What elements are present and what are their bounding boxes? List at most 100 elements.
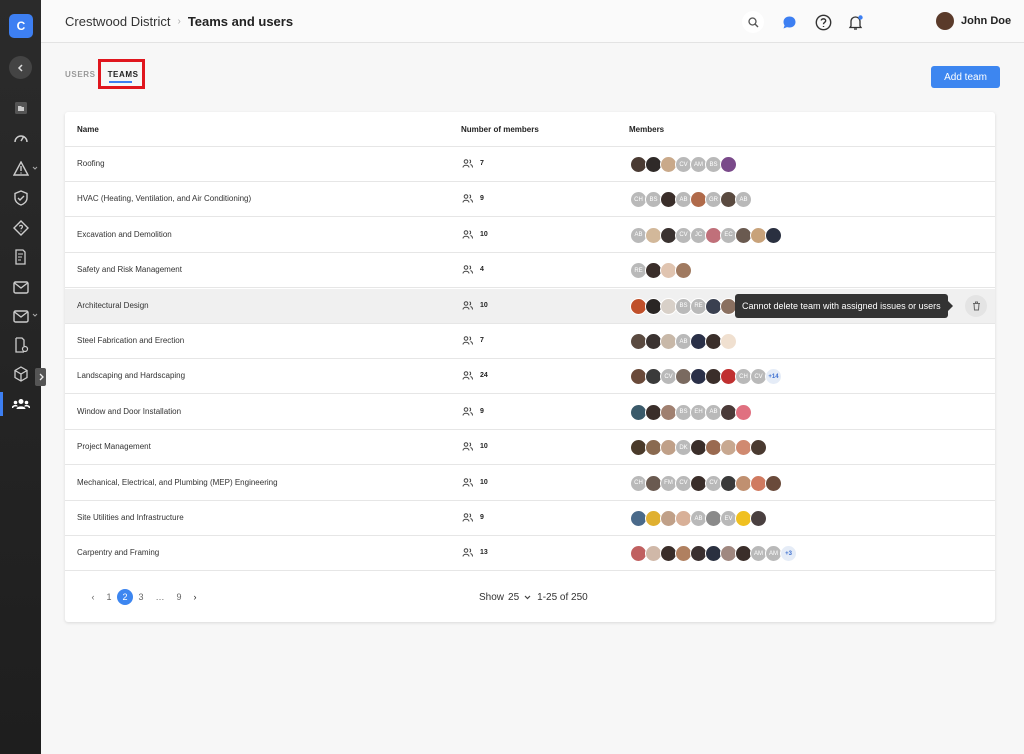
- more-members-badge[interactable]: +3: [780, 545, 797, 563]
- notifications-button[interactable]: [844, 11, 866, 33]
- users-group-icon: [11, 399, 30, 409]
- sidebar-item-messages[interactable]: [11, 277, 31, 297]
- team-name: HVAC (Heating, Ventilation, and Air Cond…: [77, 194, 252, 204]
- page-size-control: Show 25 1-25 of 250: [479, 592, 588, 603]
- team-name: Roofing: [77, 159, 105, 168]
- avatar-initials[interactable]: AB: [735, 191, 752, 209]
- page-link[interactable]: 1: [101, 589, 117, 605]
- page-ellipsis: …: [155, 592, 165, 602]
- table-row[interactable]: HVAC (Heating, Ventilation, and Air Cond…: [65, 182, 995, 218]
- breadcrumb-parent[interactable]: Crestwood District: [65, 14, 170, 29]
- page-link[interactable]: 9: [171, 589, 187, 605]
- more-members-badge[interactable]: +14: [765, 368, 782, 386]
- team-name: Window and Door Installation: [77, 406, 182, 416]
- member-count: 9: [462, 194, 484, 204]
- chevron-down-icon: [32, 313, 38, 317]
- expand-panel-handle[interactable]: [35, 368, 46, 386]
- help-circle-icon: [815, 14, 831, 30]
- collapse-sidebar-button[interactable]: [9, 56, 32, 79]
- chat-button[interactable]: [778, 11, 800, 33]
- sidebar-item-forms[interactable]: [11, 247, 31, 267]
- mail-icon: [13, 309, 29, 323]
- avatar[interactable]: [735, 403, 752, 421]
- member-count: 10: [462, 229, 488, 239]
- people-icon: [462, 159, 473, 168]
- show-label: Show: [479, 592, 505, 603]
- avatar[interactable]: [750, 510, 767, 527]
- table-row[interactable]: Mechanical, Electrical, and Plumbing (ME…: [65, 466, 995, 501]
- trash-icon: [972, 301, 980, 311]
- page-size-select[interactable]: 25: [508, 592, 519, 603]
- team-name: Project Management: [77, 442, 151, 452]
- sidebar-item-mail-settings[interactable]: [11, 306, 31, 326]
- avatar[interactable]: [720, 333, 737, 350]
- column-header-count[interactable]: Number of members: [461, 125, 539, 134]
- sidebar-item-questions[interactable]: [11, 218, 31, 238]
- member-count-value: 9: [480, 195, 484, 203]
- avatar[interactable]: [765, 474, 782, 492]
- search-button[interactable]: [742, 11, 764, 33]
- table-row[interactable]: Steel Fabrication and Erection 7 AB: [65, 324, 995, 359]
- sidebar-item-projects[interactable]: [11, 98, 31, 118]
- sidebar-item-assets[interactable]: [11, 364, 31, 384]
- member-count: 4: [462, 265, 484, 274]
- avatar: [936, 12, 954, 30]
- people-icon: [462, 548, 473, 558]
- table-row[interactable]: Excavation and Demolition 10 AB CV JC EC: [65, 218, 995, 253]
- delete-disabled-tooltip: Cannot delete team with assigned issues …: [735, 294, 953, 318]
- top-header: Crestwood District › Teams and users Joh…: [41, 0, 1024, 43]
- people-icon: [462, 477, 473, 487]
- table-row[interactable]: Roofing 7 CV AM BS: [65, 147, 995, 182]
- avatar[interactable]: [720, 156, 737, 173]
- table-row[interactable]: Carpentry and Framing 13 AM AM +3: [65, 536, 995, 572]
- results-range: 1-25 of 250: [537, 592, 588, 603]
- member-count: 7: [462, 159, 484, 168]
- sidebar-item-dashboard[interactable]: [11, 128, 31, 148]
- app-logo[interactable]: C: [9, 14, 33, 38]
- user-menu[interactable]: John Doe: [936, 12, 1011, 30]
- member-count-value: 10: [480, 478, 488, 486]
- team-name: Carpentry and Framing: [77, 548, 160, 558]
- table-header: Name Number of members Members: [65, 112, 995, 147]
- pagination-next[interactable]: ›: [187, 589, 203, 605]
- chevron-left-icon: [17, 63, 23, 72]
- page-link[interactable]: 3: [133, 589, 149, 605]
- member-count: 7: [462, 336, 484, 345]
- table-row[interactable]: Site Utilities and Infrastructure 9 AB EV: [65, 501, 995, 536]
- member-count: 9: [462, 406, 484, 416]
- avatar[interactable]: [675, 262, 692, 280]
- gauge-icon: [14, 135, 28, 143]
- table-row[interactable]: Safety and Risk Management 4 RE: [65, 253, 995, 289]
- sidebar-item-inspections[interactable]: [11, 188, 31, 208]
- tab-users[interactable]: USERS: [65, 70, 96, 79]
- team-name: Excavation and Demolition: [77, 229, 172, 239]
- avatar[interactable]: [765, 226, 782, 244]
- column-header-name[interactable]: Name: [77, 125, 99, 134]
- sidebar-item-issues[interactable]: [11, 158, 31, 178]
- help-button[interactable]: [812, 11, 834, 33]
- delete-team-button[interactable]: [965, 295, 987, 317]
- pagination: ‹ 1 2 3 … 9 ›: [85, 589, 203, 605]
- table-row[interactable]: Window and Door Installation 9 BS EH AB: [65, 395, 995, 430]
- people-icon: [462, 229, 473, 239]
- breadcrumb-separator-icon: ›: [177, 16, 181, 27]
- team-name: Landscaping and Hardscaping: [77, 371, 186, 381]
- team-name: Site Utilities and Infrastructure: [77, 513, 184, 522]
- people-icon: [462, 300, 473, 310]
- sidebar: C: [0, 0, 46, 754]
- table-row[interactable]: Project Management 10 DK: [65, 430, 995, 466]
- chevron-down-icon[interactable]: [524, 595, 531, 600]
- people-icon: [462, 513, 473, 522]
- table-row[interactable]: Landscaping and Hardscaping 24 CV CH CV +14: [65, 359, 995, 395]
- member-count: 9: [462, 513, 484, 522]
- add-team-button[interactable]: Add team: [931, 66, 1000, 88]
- search-icon: [747, 16, 758, 27]
- sidebar-item-teams[interactable]: [0, 394, 41, 414]
- pagination-prev[interactable]: ‹: [85, 589, 101, 605]
- team-name: Safety and Risk Management: [77, 265, 182, 275]
- column-header-members: Members: [629, 125, 665, 134]
- member-count-value: 9: [480, 407, 484, 415]
- sidebar-item-documents[interactable]: [11, 335, 31, 355]
- avatar[interactable]: [750, 439, 767, 457]
- page-link-current[interactable]: 2: [117, 589, 133, 605]
